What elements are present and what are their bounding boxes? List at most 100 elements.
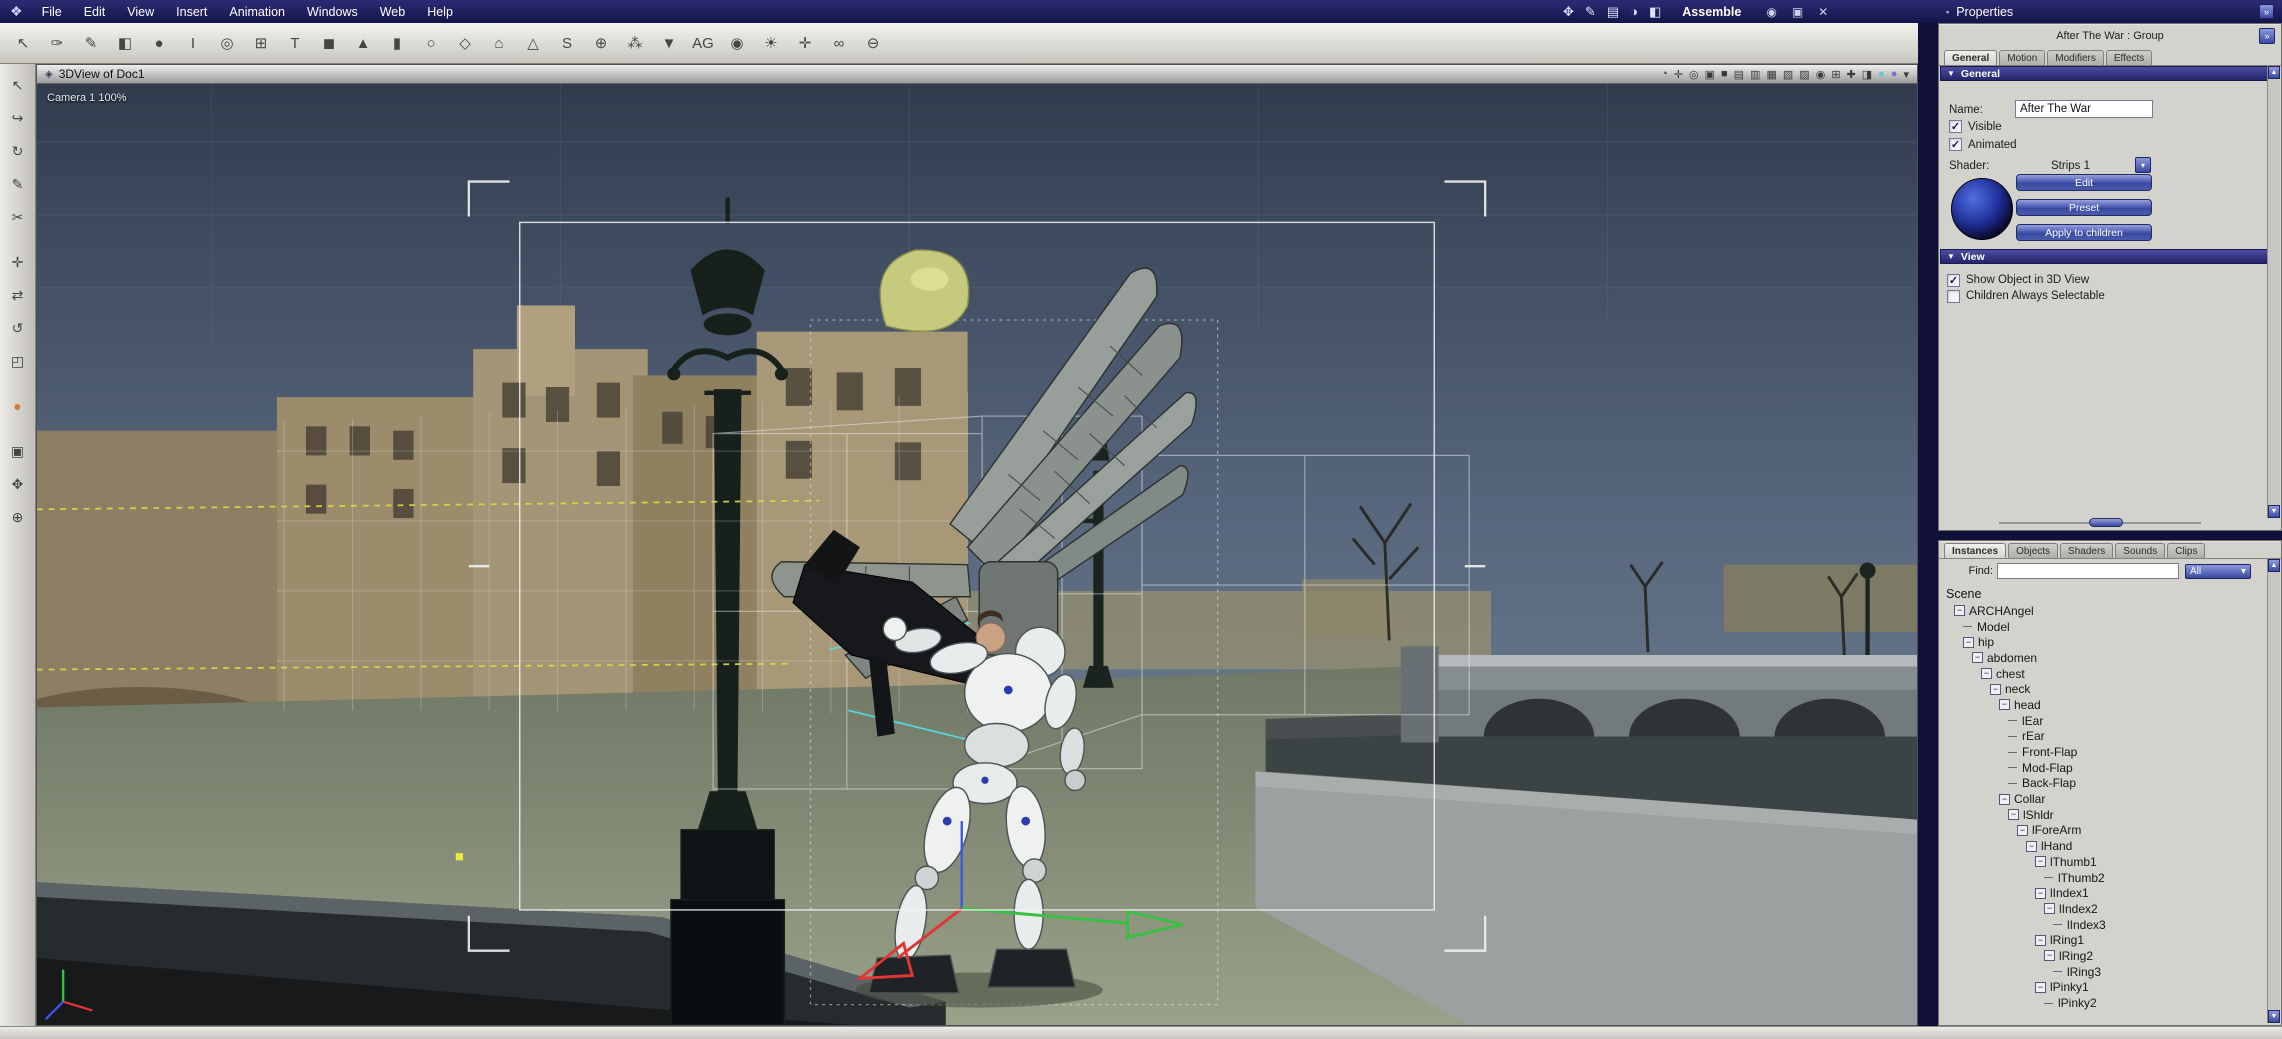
scroll-down-icon[interactable] — [2268, 505, 2280, 518]
dock-collapse-icon[interactable]: » — [2259, 4, 2274, 19]
pane-menu-icon[interactable]: ▾ — [1903, 68, 1909, 81]
tree-item[interactable]: Model — [1941, 619, 2265, 635]
section-general[interactable]: ▼ General — [1940, 66, 2280, 81]
layout-two-horiz-icon[interactable]: ▥ — [1750, 68, 1760, 81]
select-tool-icon[interactable]: ↖ — [5, 72, 31, 98]
storyboard-room-icon[interactable]: ▤ — [1607, 4, 1619, 20]
track-xy-icon[interactable]: ✛ — [1674, 68, 1683, 81]
tree-item[interactable]: lIndex3 — [1941, 917, 2265, 933]
animated-checkbox[interactable] — [1949, 138, 1962, 151]
pan-view-icon[interactable]: ✥ — [5, 471, 31, 497]
menu-item[interactable]: Insert — [165, 0, 218, 23]
scale-object-icon[interactable]: ◰ — [5, 348, 31, 374]
rotate-view-icon[interactable]: ↻ — [5, 138, 31, 164]
layout-two-vert-icon[interactable]: ▤ — [1734, 68, 1744, 81]
tree-item[interactable]: rEar — [1941, 729, 2265, 745]
tab-instances[interactable]: Instances — [1944, 543, 2007, 558]
frame-selection-icon[interactable]: ▣ — [1705, 68, 1715, 81]
camera-list-icon[interactable]: ◉ — [1816, 68, 1826, 81]
cylinder-primitive-icon[interactable]: ▮ — [382, 28, 412, 58]
properties-header[interactable]: ▪ Properties » — [1938, 0, 2282, 23]
tree-item[interactable]: neck — [1941, 681, 2265, 697]
axis-toggle-icon[interactable]: ✚ — [1847, 68, 1856, 81]
close-window-icon[interactable]: ✕ — [1818, 5, 1828, 19]
expand-icon[interactable] — [2035, 934, 2046, 946]
viewport-titlebar[interactable]: ◈ 3DView of Doc1 ◔ ✛ ◎ ▣ ■ ▤ ▥ ▦ ▧ ▨ ◉ ⊞ ✚ ◨ ● ● ▾ — [37, 65, 1917, 84]
expand-icon[interactable] — [2035, 887, 2046, 899]
plane-primitive-icon[interactable]: ◇ — [450, 28, 480, 58]
preset-button[interactable]: Preset — [2016, 199, 2152, 216]
knife-tool-icon[interactable]: ✂ — [5, 204, 31, 230]
tab-effects[interactable]: Effects — [2105, 50, 2153, 65]
scene-3d[interactable] — [37, 84, 1917, 1025]
hotpoint-tool-icon[interactable]: ● — [5, 393, 31, 419]
select-arrow-icon[interactable]: ↖ — [8, 28, 38, 58]
background-color-icon[interactable]: ● — [1891, 68, 1898, 80]
eye-icon[interactable]: ◉ — [1766, 5, 1776, 19]
ghost-menu-icon[interactable]: ▨ — [1799, 68, 1809, 81]
model-room-icon[interactable]: ✎ — [1585, 4, 1596, 20]
wireframe-color-icon[interactable]: ● — [1878, 68, 1885, 80]
layout-single-icon[interactable]: ■ — [1721, 68, 1728, 80]
bucket-tool-icon[interactable]: ◧ — [110, 28, 140, 58]
tab-objects[interactable]: Objects — [2008, 543, 2059, 558]
particle-emitter-icon[interactable]: ⁂ — [620, 28, 650, 58]
tree-item[interactable]: lIndex1 — [1941, 885, 2265, 901]
tab-general[interactable]: General — [1944, 50, 1998, 65]
expand-icon[interactable] — [1981, 668, 1992, 680]
visible-checkbox[interactable] — [1949, 120, 1962, 133]
expand-icon[interactable] — [2035, 981, 2046, 993]
expand-icon[interactable] — [1954, 605, 1965, 617]
light-icon[interactable]: ☀ — [756, 28, 786, 58]
tab-clips[interactable]: Clips — [2167, 543, 2206, 558]
menu-item[interactable]: Windows — [296, 0, 369, 23]
tree-item[interactable]: lThumb2 — [1941, 870, 2265, 886]
tree-item[interactable]: ARCHAngel — [1941, 603, 2265, 619]
tree-item[interactable]: lRing2 — [1941, 948, 2265, 964]
expand-icon[interactable] — [1963, 636, 1974, 648]
scene-root-label[interactable]: Scene — [1946, 587, 1981, 601]
scroll-up-icon[interactable] — [2268, 559, 2280, 572]
tree-item[interactable]: Front-Flap — [1941, 744, 2265, 760]
layout-three-icon[interactable]: ▧ — [1783, 68, 1793, 81]
tab-modifiers[interactable]: Modifiers — [2047, 50, 2104, 65]
text-primitive-icon[interactable]: T — [280, 28, 310, 58]
tree-item[interactable]: lHand — [1941, 838, 2265, 854]
slider-handle[interactable] — [2089, 518, 2123, 527]
viewport-canvas[interactable]: Camera 1 100% — [37, 84, 1917, 1025]
expand-icon[interactable] — [1990, 683, 2001, 695]
reference-box-icon[interactable]: ▣ — [5, 438, 31, 464]
cube-primitive-icon[interactable]: ◼ — [314, 28, 344, 58]
filter-dropdown[interactable]: All ▾ — [2185, 563, 2251, 579]
backdrop-icon[interactable]: ◨ — [1862, 68, 1872, 81]
boolean-icon[interactable]: ⊖ — [858, 28, 888, 58]
tab-shaders[interactable]: Shaders — [2060, 543, 2114, 558]
tree-item[interactable]: lPinky1 — [1941, 980, 2265, 996]
expand-icon[interactable] — [1999, 793, 2010, 805]
infinite-plane-icon[interactable]: ⌂ — [484, 28, 514, 58]
menu-item[interactable]: Help — [416, 0, 464, 23]
panel-slider[interactable] — [1999, 518, 2201, 527]
scroll-up-icon[interactable] — [2268, 66, 2280, 79]
expand-icon[interactable] — [2044, 903, 2055, 915]
rotate-object-icon[interactable]: ↺ — [5, 315, 31, 341]
brush-tool-icon[interactable]: ✎ — [76, 28, 106, 58]
tree-item[interactable]: head — [1941, 697, 2265, 713]
expand-icon[interactable] — [2035, 856, 2046, 868]
tree-item[interactable]: Collar — [1941, 791, 2265, 807]
tab-sounds[interactable]: Sounds — [2115, 543, 2166, 558]
translate-tool-icon[interactable]: ⇄ — [5, 282, 31, 308]
tree-item[interactable]: lForeArm — [1941, 823, 2265, 839]
undock-icon[interactable]: » — [2259, 28, 2275, 44]
tree-item[interactable]: lIndex2 — [1941, 901, 2265, 917]
shader-dropdown-icon[interactable]: ▾ — [2135, 157, 2151, 173]
torus-primitive-icon[interactable]: ○ — [416, 28, 446, 58]
name-input[interactable] — [2015, 100, 2153, 118]
tree-item[interactable]: lRing3 — [1941, 964, 2265, 980]
find-input[interactable] — [1997, 563, 2179, 579]
option-checkbox[interactable] — [1947, 289, 1960, 303]
vertex-handle[interactable] — [455, 853, 464, 861]
swirl-tool-icon[interactable]: ◎ — [212, 28, 242, 58]
option-checkbox[interactable] — [1947, 273, 1960, 287]
spline-object-icon[interactable]: S — [552, 28, 582, 58]
